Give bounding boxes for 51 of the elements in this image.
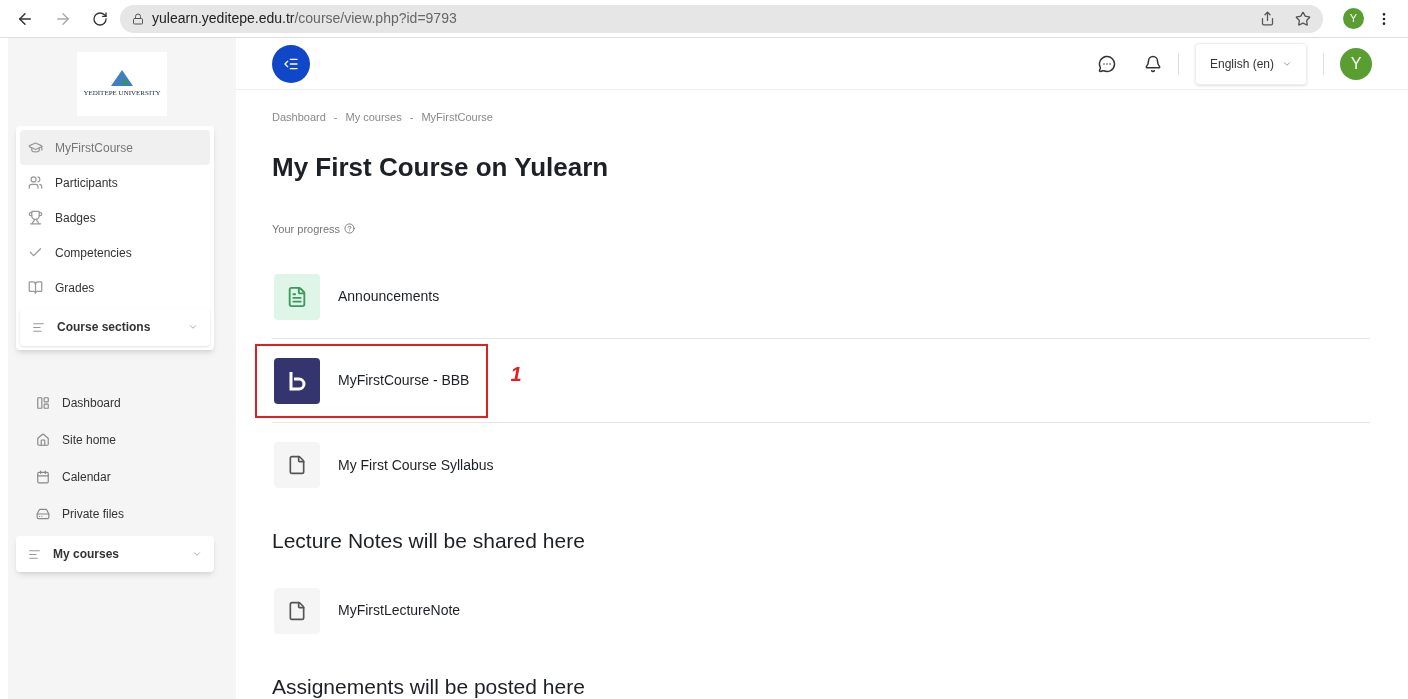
section-heading: Assignements will be posted here [272,673,586,699]
share-icon[interactable] [1260,11,1275,26]
triangle-logo-icon [111,69,133,86]
language-dropdown[interactable]: English (en) [1194,42,1307,85]
site-nav-item[interactable]: Site home [36,421,236,458]
breadcrumb-link[interactable]: My courses [345,109,402,126]
site-nav-item[interactable]: Private files [36,495,236,532]
breadcrumb-link[interactable]: Dashboard [272,109,326,126]
annotation-number: 1 [510,361,522,387]
lock-icon [132,12,144,25]
home-icon [36,432,50,447]
activity-link[interactable]: My First Course Syllabus [255,428,513,502]
activity-link[interactable]: Announcements [255,259,459,334]
calendar-icon [36,469,50,484]
caret-icon [192,549,202,559]
list-icon [32,320,45,334]
breadcrumb-link[interactable]: MyFirstCourse [421,109,493,126]
section-heading: Lecture Notes will be shared here [272,528,586,554]
trophy-icon [28,210,43,225]
star-icon[interactable] [1295,10,1311,27]
messages-icon[interactable] [1097,54,1116,73]
breadcrumb-separator: - [409,110,414,125]
drawer-toggle-button[interactable] [272,44,310,83]
course-nav-item[interactable]: Badges [20,200,210,235]
site-nav-item[interactable]: Dashboard [36,384,236,421]
users-icon [28,175,43,190]
course-title: My First Course on Yulearn [272,150,610,184]
course-sections-dropdown[interactable]: Course sections [20,308,210,346]
graduation-cap-icon [28,140,43,155]
my-courses-dropdown[interactable]: My courses [16,536,214,572]
activity-link[interactable]: MyFirstCourse - BBB [255,343,489,418]
course-nav-item[interactable]: MyFirstCourse [20,130,210,165]
progress-label: Your progress [272,221,341,237]
course-nav-item[interactable]: Competencies [20,235,210,270]
bell-icon[interactable] [1143,54,1162,73]
site-nav-item[interactable]: Calendar [36,458,236,495]
drive-icon [36,506,50,521]
forum-icon [274,273,320,320]
course-nav-item[interactable]: Grades [20,270,210,305]
dashboard-icon [36,395,50,410]
activity-link[interactable]: MyFirstLectureNote [255,573,480,648]
reload-icon[interactable] [92,10,108,27]
help-icon[interactable] [344,223,356,235]
breadcrumb-separator: - [333,110,338,125]
course-nav-item[interactable]: Participants [20,165,210,200]
caret-icon [188,322,198,332]
b-logo-icon [274,357,320,404]
address-bar[interactable]: yulearn.yeditepe.edu.tr/course/view.php?id=9793 [120,4,1323,33]
list-icon [28,547,41,561]
book-icon [28,280,43,295]
url-text: yulearn.yeditepe.edu.tr/course/view.php?id=9793 [152,9,457,28]
